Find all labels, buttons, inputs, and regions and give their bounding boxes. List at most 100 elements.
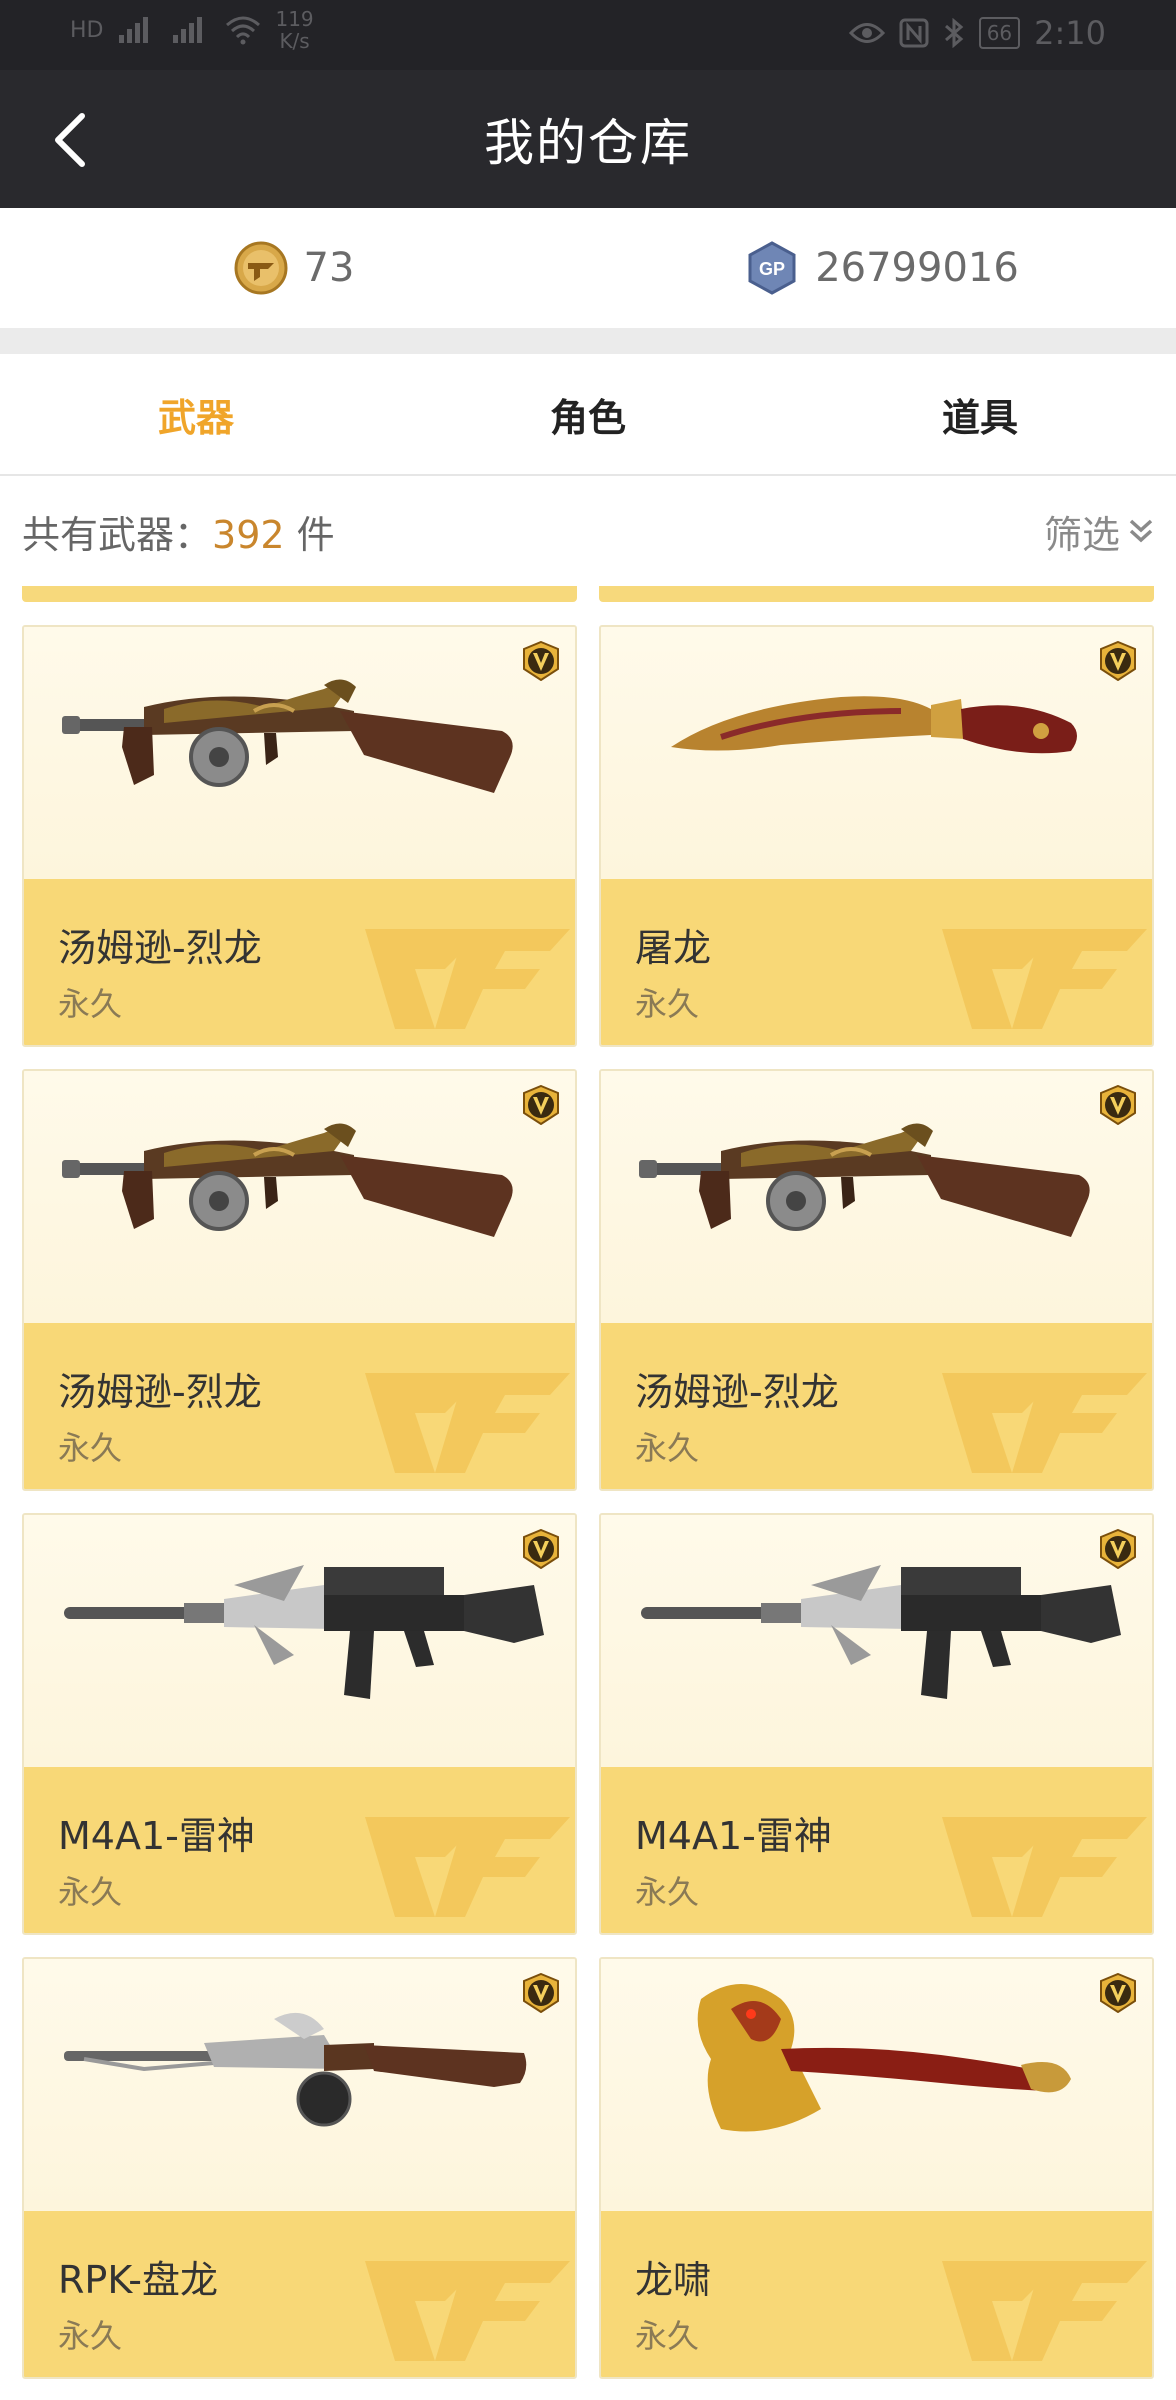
previous-card-peek	[599, 586, 1154, 602]
bluetooth-icon	[944, 18, 963, 48]
weapon-duration: 永久	[58, 1429, 123, 1467]
weapon-duration: 永久	[58, 985, 123, 1023]
tab-weapons[interactable]: 武器	[0, 354, 392, 474]
status-bar: HD 119 K/s 66 2:10	[0, 0, 1176, 70]
net-speed: 119 K/s	[275, 8, 313, 52]
vip-badge-icon	[1100, 641, 1136, 681]
tab-items[interactable]: 道具	[784, 354, 1176, 474]
summary-row: 共有武器：392 件 筛选	[0, 476, 1176, 586]
weapon-duration: 永久	[635, 1873, 700, 1911]
weapon-card[interactable]: 汤姆逊-烈龙 永久	[22, 625, 577, 1047]
vip-badge-icon	[523, 1973, 559, 2013]
vip-badge-icon	[523, 641, 559, 681]
weapon-duration: 永久	[58, 2317, 123, 2355]
weapon-info: M4A1-雷神 永久	[601, 1767, 1152, 1933]
eye-icon	[848, 23, 885, 43]
weapon-card[interactable]: 屠龙 永久	[599, 625, 1154, 1047]
filter-label: 筛选	[1043, 512, 1120, 557]
section-divider	[0, 328, 1176, 354]
status-right: 66 2:10	[848, 14, 1106, 52]
weapon-info: 屠龙 永久	[601, 879, 1152, 1045]
dragon-knife-image	[671, 696, 1077, 754]
weapon-info: 龙啸 永久	[601, 2211, 1152, 2377]
vip-badge-icon	[1100, 1529, 1136, 1569]
weapon-count-suffix: 件	[284, 512, 335, 557]
weapon-info: M4A1-雷神 永久	[24, 1767, 575, 1933]
gp-points-value: 26799016	[815, 245, 1019, 291]
cf-watermark-icon	[365, 1817, 570, 1917]
dragon-axe-image	[697, 1984, 1071, 2132]
weapon-image-area	[601, 1515, 1152, 1767]
vip-badge-icon	[1100, 1973, 1136, 2013]
weapon-count-prefix: 共有武器：	[22, 512, 213, 557]
tab-characters[interactable]: 角色	[392, 354, 784, 474]
page-title: 我的仓库	[484, 114, 692, 172]
thompson-dragon-image	[639, 1123, 1090, 1237]
weapon-image-area	[601, 1071, 1152, 1323]
cf-watermark-icon	[942, 1817, 1147, 1917]
cf-watermark-icon	[942, 1373, 1147, 1473]
net-speed-value: 119	[275, 7, 314, 31]
m4a1-thor-image	[641, 1565, 1121, 1699]
weapon-info: RPK-盘龙 永久	[24, 2211, 575, 2377]
weapon-image-area	[24, 1959, 575, 2211]
gp-coin-icon: GP	[748, 241, 796, 295]
weapon-image-area	[601, 1959, 1152, 2211]
signal-hd-label: HD	[70, 17, 104, 43]
weapon-card[interactable]: 汤姆逊-烈龙 永久	[22, 1069, 577, 1491]
svg-text:GP: GP	[759, 259, 785, 279]
thompson-dragon-image	[62, 679, 513, 793]
weapon-duration: 永久	[635, 1429, 700, 1467]
wifi-icon	[226, 16, 261, 45]
weapon-count-number: 392	[212, 512, 285, 557]
weapon-info: 汤姆逊-烈龙 永久	[24, 1323, 575, 1489]
weapon-card[interactable]: RPK-盘龙 永久	[22, 1957, 577, 2379]
signal-icon-2	[173, 17, 203, 43]
signal-icon	[119, 17, 149, 43]
status-time: 2:10	[1034, 14, 1106, 52]
filter-button[interactable]: 筛选	[1044, 504, 1154, 559]
weapon-duration: 永久	[635, 985, 700, 1023]
weapon-card[interactable]: 汤姆逊-烈龙 永久	[599, 1069, 1154, 1491]
cf-watermark-icon	[365, 929, 570, 1029]
vip-badge-icon	[523, 1529, 559, 1569]
battery-icon: 66	[978, 17, 1021, 49]
weapon-card[interactable]: M4A1-雷神 永久	[599, 1513, 1154, 1935]
weapon-name: M4A1-雷神	[635, 1814, 832, 1858]
m4a1-thor-image	[64, 1565, 544, 1699]
nfc-icon	[899, 18, 929, 48]
weapon-card[interactable]: 龙啸 永久	[599, 1957, 1154, 2379]
weapon-image-area	[24, 1071, 575, 1323]
weapon-duration: 永久	[58, 1873, 123, 1911]
vip-badge-icon	[1100, 1085, 1136, 1125]
rpk-dragon-image	[64, 2012, 527, 2127]
weapon-info: 汤姆逊-烈龙 永久	[24, 879, 575, 1045]
previous-card-peek	[22, 586, 577, 602]
weapon-name: M4A1-雷神	[58, 1814, 255, 1858]
currency-bar: 73 GP 26799016	[0, 208, 1176, 328]
cf-watermark-icon	[365, 2261, 570, 2361]
net-speed-unit: K/s	[279, 29, 310, 53]
weapon-name: 龙啸	[635, 2258, 712, 2302]
weapon-image-area	[601, 627, 1152, 879]
cf-watermark-icon	[365, 1373, 570, 1473]
gp-points: GP 26799016	[588, 208, 1176, 328]
nav-bar: 我的仓库	[0, 70, 1176, 208]
double-chevron-down-icon	[1129, 519, 1153, 543]
thompson-dragon-image	[62, 1123, 513, 1237]
cf-watermark-icon	[942, 929, 1147, 1029]
cf-points-value: 73	[303, 245, 355, 291]
weapon-image-area	[24, 1515, 575, 1767]
weapon-duration: 永久	[635, 2317, 700, 2355]
cf-points: 73	[0, 208, 588, 328]
weapon-name: 汤姆逊-烈龙	[58, 1370, 262, 1414]
status-left: HD 119 K/s	[70, 8, 314, 52]
weapon-name: 汤姆逊-烈龙	[635, 1370, 839, 1414]
cf-coin-icon	[234, 241, 288, 295]
weapon-name: 屠龙	[635, 926, 712, 970]
weapon-grid: 汤姆逊-烈龙 永久 屠龙 永久 汤姆逊-烈龙 永久 汤姆逊-烈龙 永久 M4A1…	[22, 625, 1154, 2379]
weapon-name: RPK-盘龙	[58, 2258, 218, 2302]
vip-badge-icon	[523, 1085, 559, 1125]
weapon-card[interactable]: M4A1-雷神 永久	[22, 1513, 577, 1935]
weapon-count: 共有武器：392 件	[22, 504, 335, 559]
